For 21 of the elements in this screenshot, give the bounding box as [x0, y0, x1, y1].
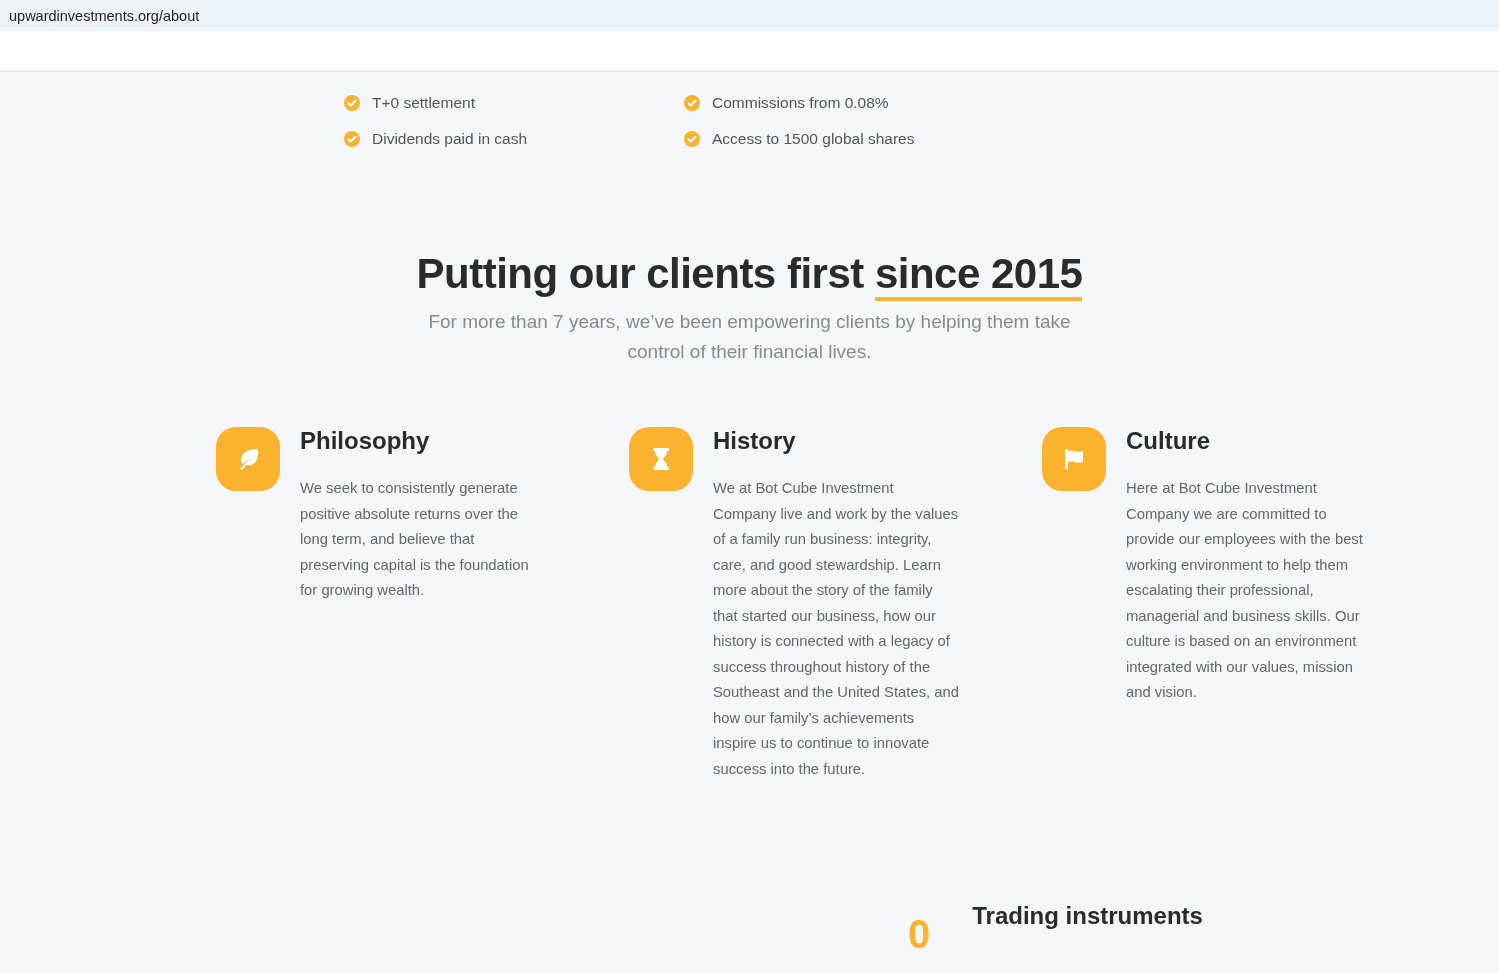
- feature-text: Dividends paid in cash: [372, 130, 528, 148]
- pillar-title: Culture: [1126, 427, 1211, 455]
- check-icon: [684, 131, 700, 147]
- hourglass-icon: [653, 448, 669, 470]
- pillar-text: We seek to consistently generate positive absolute returns over the long term, and believe that preserving capital is the foundation for growing wealth.: [300, 479, 530, 600]
- feature-text: Access to 1500 global shares: [712, 130, 915, 148]
- pillar-text: Here at Bot Cube Investment Company we are committed to provide our employees with the best working environment to help them escalating their professional, managerial and business skills. Our culture is based on an environment integrated with our values, mission and vision.: [1126, 479, 1364, 702]
- section-heading: Putting our clients first since 2015: [0, 249, 1499, 299]
- stat-number: 0: [908, 914, 931, 954]
- check-icon: [344, 131, 360, 147]
- pillar-title: Philosophy: [300, 427, 431, 455]
- stat-label: Trading instruments: [972, 902, 1203, 930]
- pillar-text: We at Bot Cube Investment Company live and work by the values of a family run business: integrity, care, and good stewardship. Learn more about the story of the family that started our business, how our history is connected with a legacy of success throughout history of the Southeast and the United States, and how our family’s achievements inspire us to continue to innovate success into the future.: [713, 479, 959, 779]
- feature-text: Commissions from 0.08%: [712, 94, 889, 112]
- flag-icon: [1063, 448, 1085, 470]
- feature-text: T+0 settlement: [372, 94, 475, 112]
- address-bar[interactable]: upwardinvestments.org/about: [0, 0, 1499, 31]
- check-icon: [684, 95, 700, 111]
- check-icon: [344, 95, 360, 111]
- section-subtitle: For more than 7 years, we’ve been empowering clients by helping them take control of their financial lives.: [427, 310, 1072, 364]
- pillar-title: History: [713, 427, 797, 455]
